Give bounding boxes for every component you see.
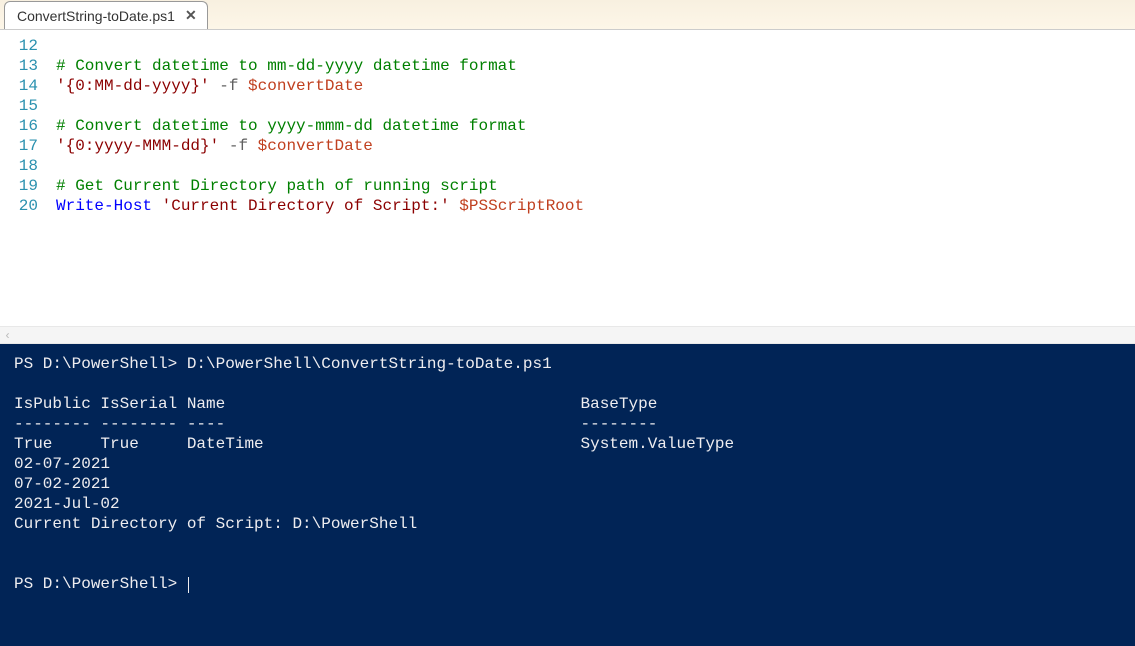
terminal-line: 07-02-2021 <box>14 474 1121 494</box>
terminal-line <box>14 534 1121 554</box>
terminal-line: Current Directory of Script: D:\PowerShe… <box>14 514 1121 534</box>
line-number: 18 <box>0 156 56 176</box>
terminal-line <box>14 554 1121 574</box>
line-number: 15 <box>0 96 56 116</box>
tab-bar: ConvertString-toDate.ps1 ✕ <box>0 0 1135 30</box>
terminal-line: PS D:\PowerShell> D:\PowerShell\ConvertS… <box>14 354 1121 374</box>
cursor-icon <box>188 577 189 593</box>
code-content[interactable]: '{0:MM-dd-yyyy}' -f $convertDate <box>56 76 363 96</box>
code-editor[interactable]: 1213# Convert datetime to mm-dd-yyyy dat… <box>0 30 1135 326</box>
line-number: 12 <box>0 36 56 56</box>
code-line[interactable]: 20Write-Host 'Current Directory of Scrip… <box>0 196 1135 216</box>
horizontal-scroll-hint[interactable]: ‹ <box>0 326 1135 344</box>
terminal-line: PS D:\PowerShell> <box>14 574 1121 594</box>
terminal-line: True True DateTime System.ValueType <box>14 434 1121 454</box>
code-line[interactable]: 12 <box>0 36 1135 56</box>
line-number: 16 <box>0 116 56 136</box>
code-line[interactable]: 15 <box>0 96 1135 116</box>
close-icon[interactable]: ✕ <box>185 7 197 24</box>
line-number: 13 <box>0 56 56 76</box>
tab-title: ConvertString-toDate.ps1 <box>17 8 175 24</box>
code-line[interactable]: 14'{0:MM-dd-yyyy}' -f $convertDate <box>0 76 1135 96</box>
line-number: 19 <box>0 176 56 196</box>
terminal-line: 02-07-2021 <box>14 454 1121 474</box>
line-number: 14 <box>0 76 56 96</box>
code-content[interactable]: # Get Current Directory path of running … <box>56 176 498 196</box>
terminal-line: 2021-Jul-02 <box>14 494 1121 514</box>
terminal-line <box>14 374 1121 394</box>
line-number: 17 <box>0 136 56 156</box>
code-content[interactable]: # Convert datetime to yyyy-mmm-dd dateti… <box>56 116 526 136</box>
code-content[interactable]: '{0:yyyy-MMM-dd}' -f $convertDate <box>56 136 373 156</box>
code-line[interactable]: 18 <box>0 156 1135 176</box>
terminal-line: IsPublic IsSerial Name BaseType <box>14 394 1121 414</box>
code-content[interactable]: # Convert datetime to mm-dd-yyyy datetim… <box>56 56 517 76</box>
terminal-line: -------- -------- ---- -------- <box>14 414 1121 434</box>
code-line[interactable]: 13# Convert datetime to mm-dd-yyyy datet… <box>0 56 1135 76</box>
code-line[interactable]: 19# Get Current Directory path of runnin… <box>0 176 1135 196</box>
terminal-output[interactable]: PS D:\PowerShell> D:\PowerShell\ConvertS… <box>0 344 1135 646</box>
code-content[interactable]: Write-Host 'Current Directory of Script:… <box>56 196 584 216</box>
code-line[interactable]: 16# Convert datetime to yyyy-mmm-dd date… <box>0 116 1135 136</box>
code-line[interactable]: 17'{0:yyyy-MMM-dd}' -f $convertDate <box>0 136 1135 156</box>
file-tab[interactable]: ConvertString-toDate.ps1 ✕ <box>4 1 208 29</box>
line-number: 20 <box>0 196 56 216</box>
